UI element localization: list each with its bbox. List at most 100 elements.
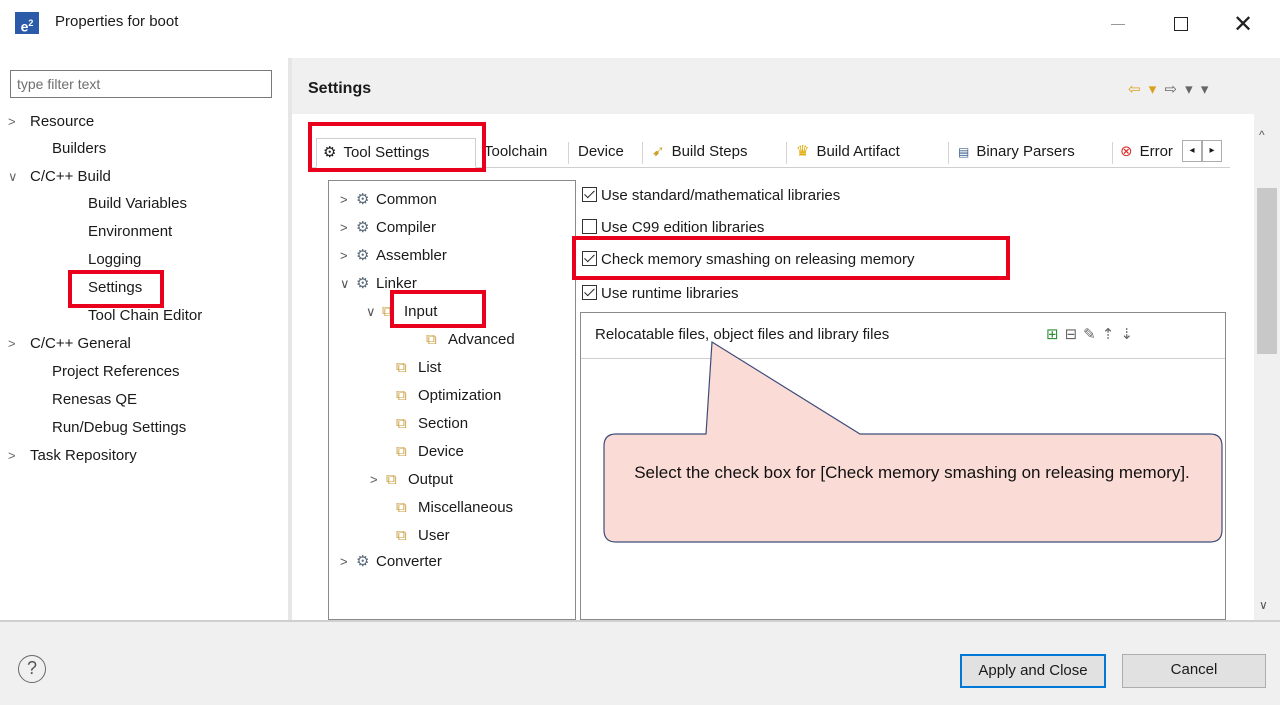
forward-arrow-icon[interactable]: ⇨ ▾ ▾ — [1164, 81, 1210, 98]
nav-item-label: C/C++ Build — [30, 168, 111, 185]
callout-text: Select the check box for [Check memory s… — [634, 463, 1190, 482]
option-row[interactable]: Use standard/mathematical libraries — [582, 186, 840, 206]
maximize-icon — [1174, 17, 1188, 31]
tab-separator — [642, 142, 643, 164]
tool-tree-label: Common — [376, 191, 437, 208]
tool-gear-icon: ⚙ — [356, 219, 370, 236]
tab-scroll-right-button[interactable]: ▸ — [1202, 140, 1222, 162]
help-icon[interactable]: ? — [18, 655, 46, 683]
chevron-right-icon[interactable]: > — [8, 334, 24, 354]
tab-separator — [568, 142, 569, 164]
tab-build-steps[interactable]: ➹ Build Steps — [652, 138, 747, 168]
tool-gear-icon: ⚙ — [356, 247, 370, 264]
option-folder-icon: ⧉ — [396, 443, 407, 460]
nav-item-tool-chain-editor[interactable]: Tool Chain Editor — [88, 306, 202, 326]
option-folder-icon: ⧉ — [396, 527, 407, 544]
option-label: Use C99 edition libraries — [601, 219, 765, 236]
option-row[interactable]: Use runtime libraries — [582, 284, 739, 304]
title-bar — [0, 0, 1280, 58]
tool-tree-item-assembler[interactable]: > ⚙ Assembler — [340, 246, 447, 266]
option-folder-icon: ⧉ — [386, 471, 397, 488]
chevron-right-icon[interactable]: > — [8, 446, 24, 466]
tab-scroll-left-button[interactable]: ◂ — [1182, 140, 1202, 162]
chevron-right-icon[interactable]: > — [340, 190, 356, 210]
bottom-divider — [0, 620, 1280, 622]
nav-item-c-c-general[interactable]: > C/C++ General — [8, 334, 131, 354]
chevron-right-icon[interactable]: > — [340, 246, 356, 266]
nav-item-renesas-qe[interactable]: Renesas QE — [52, 390, 137, 410]
nav-item-build-variables[interactable]: Build Variables — [88, 194, 187, 214]
tool-tree-item-device[interactable]: ⧉ Device — [396, 442, 464, 462]
chevron-down-icon[interactable]: ∨ — [8, 167, 24, 187]
nav-item-project-references[interactable]: Project References — [52, 362, 180, 382]
binary-icon: ▤ — [958, 145, 970, 159]
minimize-icon — [1111, 23, 1125, 25]
nav-item-label: Tool Chain Editor — [88, 307, 203, 324]
tool-tree-label: Compiler — [376, 219, 437, 236]
history-nav[interactable]: ⇦ ▾ ⇨ ▾ ▾ — [1128, 80, 1210, 98]
tool-tree-item-user[interactable]: ⧉ User — [396, 526, 450, 546]
apply-and-close-button[interactable]: Apply and Close — [960, 654, 1106, 688]
nav-item-logging[interactable]: Logging — [88, 250, 141, 270]
scroll-down-icon[interactable]: ∨ — [1259, 598, 1268, 612]
tab-separator — [786, 142, 787, 164]
tab-build-artifact[interactable]: ♛ Build Artifact — [796, 138, 900, 168]
cancel-button[interactable]: Cancel — [1122, 654, 1266, 688]
highlight-check-memory-option — [572, 236, 1010, 280]
tool-tree-item-section[interactable]: ⧉ Section — [396, 414, 468, 434]
maximize-button[interactable] — [1158, 8, 1204, 40]
chevron-right-icon[interactable]: > — [8, 112, 24, 132]
option-folder-icon: ⧉ — [426, 331, 437, 348]
option-row[interactable]: Use C99 edition libraries — [582, 218, 764, 238]
nav-item-label: Builders — [52, 140, 107, 157]
chevron-right-icon[interactable]: > — [370, 470, 386, 490]
tool-tree-item-converter[interactable]: > ⚙ Converter — [340, 552, 442, 572]
tab-device[interactable]: Device — [578, 138, 624, 168]
tool-tree-item-compiler[interactable]: > ⚙ Compiler — [340, 218, 436, 238]
highlight-settings-item — [68, 270, 164, 308]
nav-item-environment[interactable]: Environment — [88, 222, 172, 242]
nav-item-label: C/C++ General — [30, 335, 131, 352]
tool-tree-label: Converter — [376, 553, 442, 570]
nav-item-label: Build Variables — [88, 195, 187, 212]
option-folder-icon: ⧉ — [396, 499, 407, 516]
checkbox-checked[interactable] — [582, 187, 597, 202]
scroll-up-icon[interactable]: ^ — [1259, 128, 1265, 142]
scrollbar-thumb[interactable] — [1257, 188, 1277, 354]
tool-tree-item-list[interactable]: ⧉ List — [396, 358, 441, 378]
tool-tree-label: Assembler — [376, 247, 447, 264]
chevron-right-icon[interactable]: > — [340, 552, 356, 572]
window-title: Properties for boot — [55, 13, 179, 30]
callout-bubble — [603, 340, 1223, 543]
tab-error[interactable]: ⊗ Error — [1120, 138, 1173, 168]
tool-tree-item-output[interactable]: > ⧉ Output — [370, 470, 453, 490]
tool-tree-item-optimization[interactable]: ⧉ Optimization — [396, 386, 501, 406]
nav-item-builders[interactable]: Builders — [52, 139, 106, 159]
nav-item-run-debug-settings[interactable]: Run/Debug Settings — [52, 418, 186, 438]
checkbox-checked[interactable] — [582, 285, 597, 300]
minimize-button[interactable] — [1095, 8, 1141, 40]
tool-tree-item-advanced[interactable]: ⧉ Advanced — [426, 330, 515, 350]
page-title: Settings — [308, 80, 372, 97]
nav-item-label: Renesas QE — [52, 391, 138, 408]
tab-binary-parsers[interactable]: ▤ Binary Parsers — [958, 138, 1075, 168]
tool-tree-label: Optimization — [418, 387, 502, 404]
close-button[interactable]: ✕ — [1220, 8, 1266, 40]
chevron-right-icon[interactable]: > — [340, 218, 356, 238]
filter-input[interactable] — [10, 70, 272, 98]
back-arrow-icon[interactable]: ⇦ ▾ — [1128, 81, 1158, 98]
checkbox-unchecked[interactable] — [582, 219, 597, 234]
tool-gear-icon: ⚙ — [356, 553, 370, 570]
nav-item-c-c-build[interactable]: ∨ C/C++ Build — [8, 167, 111, 187]
tool-tree-item-miscellaneous[interactable]: ⧉ Miscellaneous — [396, 498, 513, 518]
nav-item-label: Logging — [88, 251, 142, 268]
build-steps-icon: ➹ — [652, 143, 665, 160]
chevron-down-icon[interactable]: ∨ — [340, 274, 356, 294]
chevron-down-icon[interactable]: ∨ — [366, 302, 382, 322]
error-icon: ⊗ — [1120, 143, 1133, 160]
tab-toolchain[interactable]: Toolchain — [484, 138, 547, 168]
nav-item-label: Environment — [88, 223, 173, 240]
tool-tree-item-common[interactable]: > ⚙ Common — [340, 190, 437, 210]
nav-item-resource[interactable]: > Resource — [8, 112, 94, 132]
nav-item-task-repository[interactable]: > Task Repository — [8, 446, 137, 466]
